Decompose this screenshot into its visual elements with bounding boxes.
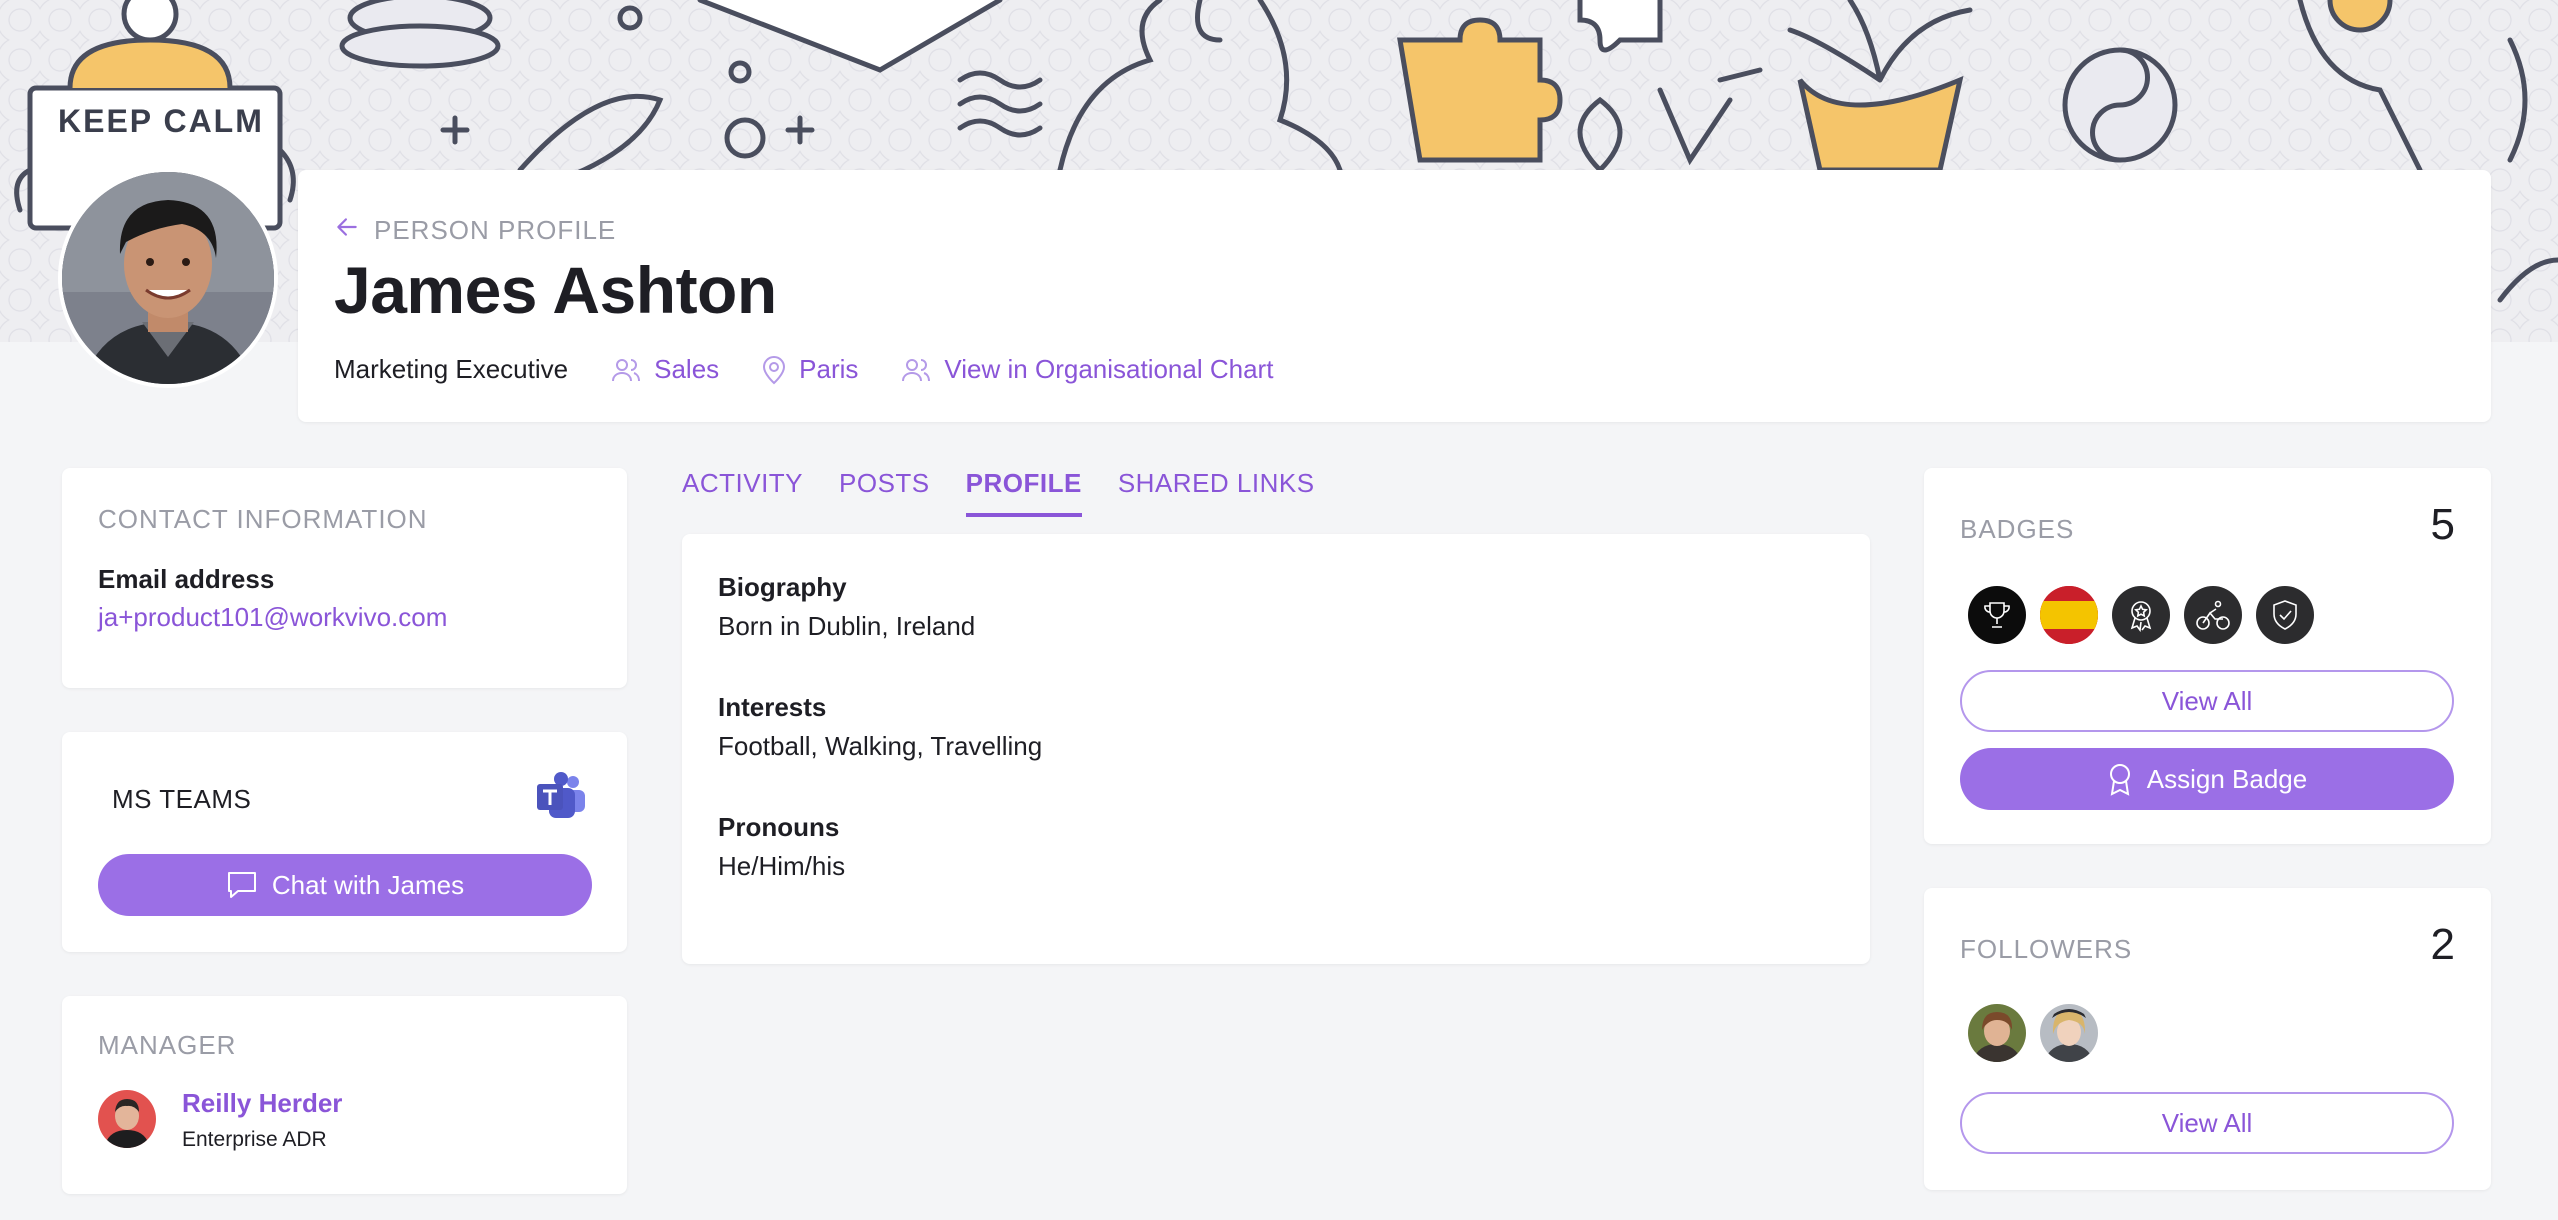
pronouns-label: Pronouns [718,812,840,842]
award-medal-icon[interactable] [2112,586,2170,644]
badges-count: 5 [2430,500,2455,549]
contact-info-card: CONTACT INFORMATION Email address ja+pro… [62,468,627,688]
profile-avatar [58,168,278,388]
followers-view-all-button[interactable]: View All [1960,1092,2454,1154]
profile-details-card: Biography Born in Dublin, Ireland Intere… [682,534,1870,964]
shield-check-icon[interactable] [2256,586,2314,644]
manager-avatar[interactable] [98,1090,156,1148]
tab-activity[interactable]: ACTIVITY [682,468,803,517]
breadcrumb-label: PERSON PROFILE [374,215,617,245]
followers-count: 2 [2430,920,2455,969]
manager-name-link[interactable]: Reilly Herder [182,1088,342,1119]
department-link[interactable]: Sales [610,354,719,385]
person-name: James Ashton [334,253,777,327]
person-meta: Marketing Executive Sales Paris View in … [334,354,1315,385]
trophy-icon[interactable] [1968,586,2026,644]
ms-teams-card: MS TEAMS Chat with James [62,732,627,952]
pronouns-value: He/Him/his [718,851,846,881]
manager-role: Enterprise ADR [182,1128,327,1151]
users-icon [612,358,641,381]
back-arrow-icon[interactable] [334,214,360,247]
manager-title: MANAGER [98,1030,237,1060]
ms-teams-icon [535,772,587,825]
tab-profile[interactable]: PROFILE [965,468,1082,517]
followers-card: FOLLOWERS 2 View All [1924,888,2491,1190]
tab-posts[interactable]: POSTS [839,468,930,517]
interests-field: Interests Football, Walking, Travelling [718,692,1042,762]
chat-with-james-button[interactable]: Chat with James [98,854,592,916]
pronouns-field: Pronouns He/Him/his [718,812,845,882]
cyclist-icon[interactable] [2184,586,2242,644]
location-link[interactable]: Paris [761,354,858,385]
spain-flag-icon[interactable] [2040,586,2098,644]
biography-value: Born in Dublin, Ireland [718,611,976,641]
badges-title: BADGES [1960,514,2075,544]
poster-text: KEEP CALM [58,103,264,139]
profile-header-card: PERSON PROFILE James Ashton Marketing Ex… [298,170,2491,422]
badge-ribbon-icon [2109,764,2130,796]
ms-teams-title: MS TEAMS [112,784,252,814]
assign-badge-button[interactable]: Assign Badge [1960,748,2454,810]
contact-info-title: CONTACT INFORMATION [98,504,428,534]
manager-card: MANAGER Reilly Herder Enterprise ADR [62,996,627,1194]
followers-title: FOLLOWERS [1960,934,2133,964]
job-title: Marketing Executive [334,354,569,384]
users-icon [902,358,931,381]
org-chart-link[interactable]: View in Organisational Chart [900,354,1273,385]
follower-avatar[interactable] [2040,1004,2098,1062]
interests-label: Interests [718,692,827,722]
email-link[interactable]: ja+product101@workvivo.com [98,602,447,633]
biography-label: Biography [718,572,847,602]
biography-field: Biography Born in Dublin, Ireland [718,572,975,642]
profile-tabs: ACTIVITY POSTS PROFILE SHARED LINKS [682,468,1315,517]
follower-avatar[interactable] [1968,1004,2026,1062]
email-label: Email address [98,564,275,594]
chat-bubble-icon [227,872,256,898]
breadcrumb[interactable]: PERSON PROFILE [334,214,616,247]
tab-shared-links[interactable]: SHARED LINKS [1118,468,1315,517]
interests-value: Football, Walking, Travelling [718,731,1043,761]
map-pin-icon [763,355,786,384]
badges-view-all-button[interactable]: View All [1960,670,2454,732]
badges-card: BADGES 5 View All Assign Badge [1924,468,2491,844]
